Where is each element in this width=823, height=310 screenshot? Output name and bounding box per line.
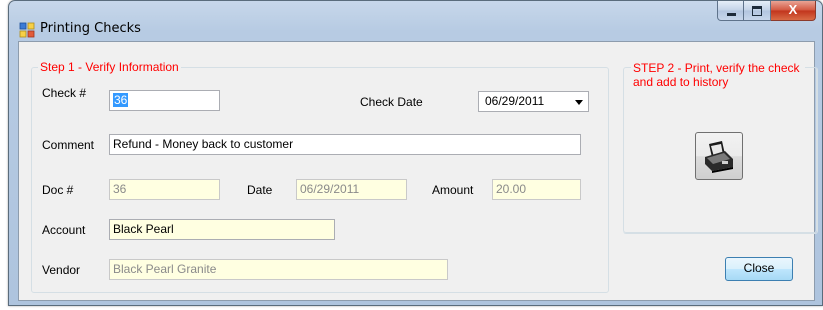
chevron-down-icon[interactable] <box>575 100 583 105</box>
check-number-input[interactable]: 36 <box>109 90 220 111</box>
minimize-button[interactable] <box>717 1 744 21</box>
window-close-button[interactable]: X <box>771 1 816 21</box>
close-icon: X <box>788 2 798 17</box>
amount-label: Amount <box>432 183 474 197</box>
date-label: Date <box>247 183 273 197</box>
account-label: Account <box>42 223 86 237</box>
vendor-label: Vendor <box>42 263 81 277</box>
vendor-field[interactable]: Black Pearl Granite <box>109 259 448 280</box>
check-number-label: Check # <box>42 86 87 100</box>
check-date-label: Check Date <box>360 95 423 109</box>
caption-buttons: X <box>717 1 816 21</box>
title-bar[interactable]: Printing Checks X <box>9 1 822 41</box>
step1-group: Step 1 - Verify Information Check # 36 C… <box>31 60 609 293</box>
app-icon <box>19 22 35 38</box>
print-check-button[interactable] <box>695 132 743 180</box>
doc-number-label: Doc # <box>42 183 74 197</box>
step1-legend: Step 1 - Verify Information <box>38 60 181 74</box>
check-date-value: 06/29/2011 <box>485 94 545 108</box>
account-value: Black Pearl <box>113 222 174 236</box>
minimize-icon <box>727 13 736 16</box>
vendor-value: Black Pearl Granite <box>113 262 217 276</box>
amount-field[interactable]: 20.00 <box>492 179 581 200</box>
dialog-client-area: Step 1 - Verify Information Check # 36 C… <box>18 41 818 301</box>
window-title: Printing Checks <box>40 21 141 36</box>
close-button[interactable]: Close <box>725 257 793 281</box>
date-value: 06/29/2011 <box>300 182 360 196</box>
printing-checks-window: Printing Checks X Step 1 - Verify Inform… <box>8 0 823 306</box>
comment-label: Comment <box>42 138 95 152</box>
doc-number-value: 36 <box>113 182 127 196</box>
check-number-value: 36 <box>113 93 129 107</box>
date-field[interactable]: 06/29/2011 <box>296 179 407 200</box>
maximize-icon <box>752 6 762 16</box>
maximize-button[interactable] <box>744 1 771 21</box>
account-field[interactable]: Black Pearl <box>109 219 335 240</box>
amount-value: 20.00 <box>496 182 527 196</box>
doc-number-field[interactable]: 36 <box>109 179 220 200</box>
printer-icon <box>705 141 733 173</box>
comment-input[interactable]: Refund - Money back to customer <box>109 134 581 155</box>
comment-value: Refund - Money back to customer <box>113 137 294 151</box>
check-date-picker[interactable]: 06/29/2011 <box>478 91 589 112</box>
step2-legend: STEP 2 - Print, verify the check and add… <box>631 61 805 89</box>
